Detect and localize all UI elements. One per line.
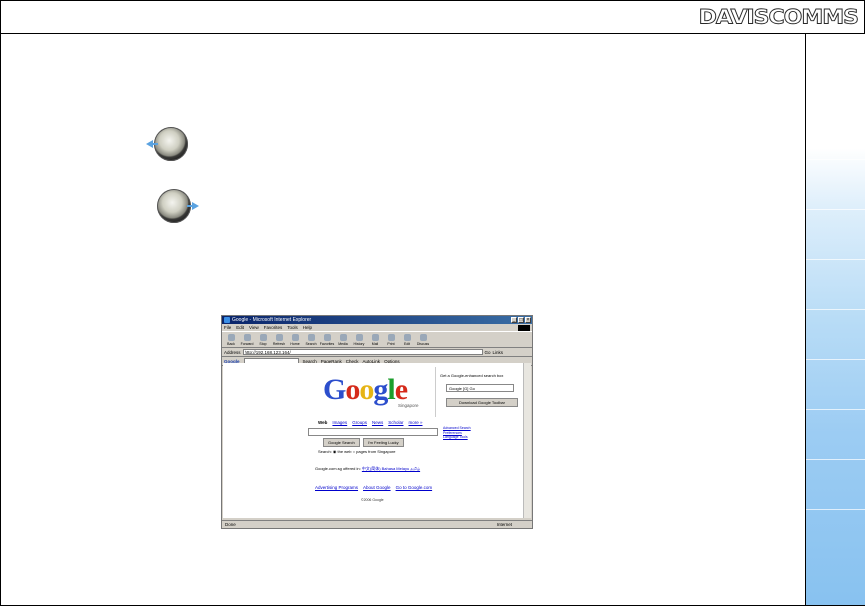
slide: DAVISCOMMS Google - Microsoft Internet E… <box>0 0 865 606</box>
toolbar-promo: Get a Google-enhanced search box Google … <box>435 367 522 417</box>
refresh-button[interactable]: Refresh <box>272 332 286 347</box>
minimize-button[interactable]: _ <box>511 317 517 323</box>
menu-bar: File Edit View Favorites Tools Help <box>222 324 532 331</box>
menu-file[interactable]: File <box>224 324 231 331</box>
close-button[interactable]: × <box>525 317 531 323</box>
tab-images[interactable]: Images <box>332 420 347 425</box>
go-to-google-link[interactable]: Go to Google.com <box>396 485 433 490</box>
media-icon <box>339 333 347 341</box>
edit-button[interactable]: Edit <box>400 332 414 347</box>
back-icon <box>227 333 235 341</box>
offered-in: Google.com.sg offered in: 中文(简体) Bahasa … <box>315 466 421 471</box>
tab-more[interactable]: more » <box>408 420 422 425</box>
refresh-icon <box>275 333 283 341</box>
browser-title: Google - Microsoft Internet Explorer <box>232 317 312 323</box>
ie-icon <box>224 317 230 323</box>
page-viewport: Google Singapore Get a Google-enhanced s… <box>223 363 523 518</box>
feeling-lucky-button[interactable]: I'm Feeling Lucky <box>362 438 404 447</box>
google-footer: Advertising Programs About Google Go to … <box>315 485 432 490</box>
forward-icon <box>243 333 251 341</box>
toolbar-promo-go[interactable]: Go <box>469 386 474 391</box>
language-tools-link[interactable]: Language Tools <box>443 435 471 440</box>
toolbar-promo-input[interactable]: Google [G] Go <box>446 384 514 392</box>
windows-logo-icon <box>518 325 530 331</box>
star-icon <box>323 333 331 341</box>
tab-web[interactable]: Web <box>318 420 327 425</box>
print-button[interactable]: Print <box>384 332 398 347</box>
search-icon <box>307 333 315 341</box>
browser-screenshot: Google - Microsoft Internet Explorer _ □… <box>221 315 533 529</box>
forward-nav-button[interactable] <box>157 189 199 223</box>
address-input[interactable] <box>242 349 483 355</box>
side-stripe <box>806 359 865 360</box>
side-stripe <box>806 309 865 310</box>
side-stripe <box>806 159 865 160</box>
toolbar-promo-title: Get a Google-enhanced search box <box>440 373 504 378</box>
search-side-links: Advanced Search Preferences Language Too… <box>443 426 471 440</box>
download-toolbar-button[interactable]: Download Google Toolbar <box>446 398 518 407</box>
search-buttons: Google Search I'm Feeling Lucky <box>323 438 404 447</box>
history-button[interactable]: History <box>352 332 366 347</box>
favorites-button[interactable]: Favorites <box>320 332 334 347</box>
vertical-scrollbar[interactable] <box>523 363 531 518</box>
about-google-link[interactable]: About Google <box>363 485 391 490</box>
history-icon <box>355 333 363 341</box>
menu-favorites[interactable]: Favorites <box>264 324 283 331</box>
browser-titlebar: Google - Microsoft Internet Explorer _ □… <box>222 316 532 324</box>
back-button[interactable]: Back <box>224 332 238 347</box>
side-stripe <box>806 459 865 460</box>
stop-icon <box>259 333 267 341</box>
browser-toolbar: Back Forward Stop Refresh Home Search Fa… <box>222 331 532 348</box>
menu-tools[interactable]: Tools <box>287 324 298 331</box>
menu-view[interactable]: View <box>249 324 259 331</box>
discuss-button[interactable]: Discuss <box>416 332 430 347</box>
edit-icon <box>403 333 411 341</box>
stop-button[interactable]: Stop <box>256 332 270 347</box>
discuss-icon <box>419 333 427 341</box>
home-button[interactable]: Home <box>288 332 302 347</box>
side-stripe <box>806 259 865 260</box>
printer-icon <box>387 333 395 341</box>
search-tabs: Web Images Groups News Scholar more » <box>318 420 423 425</box>
copyright: ©2006 Google <box>361 498 384 502</box>
mail-button[interactable]: Mail <box>368 332 382 347</box>
google-search-input[interactable] <box>308 428 438 436</box>
daviscomms-logo: DAVISCOMMS <box>698 6 859 29</box>
google-logo: Google <box>323 373 408 406</box>
address-bar: Address Go Links <box>222 348 532 357</box>
mail-icon <box>371 333 379 341</box>
status-text: Done <box>225 522 236 527</box>
header-divider <box>1 33 864 34</box>
side-stripe <box>806 509 865 510</box>
status-bar: Done Internet <box>222 520 532 528</box>
advanced-search-link[interactable]: Advanced Search <box>443 426 471 431</box>
tab-news[interactable]: News <box>372 420 383 425</box>
menu-help[interactable]: Help <box>303 324 312 331</box>
back-nav-button[interactable] <box>146 127 188 161</box>
zone-text: Internet <box>496 522 512 527</box>
maximize-button[interactable]: □ <box>518 317 524 323</box>
arrow-right-icon <box>192 202 199 210</box>
google-region: Singapore <box>398 403 419 408</box>
language-links[interactable]: 中文(简体) Bahasa Melayu தமிழ் <box>362 466 420 471</box>
forward-button[interactable]: Forward <box>240 332 254 347</box>
address-label: Address <box>224 349 241 355</box>
side-panel <box>805 34 865 605</box>
tab-groups[interactable]: Groups <box>352 420 367 425</box>
google-search-button[interactable]: Google Search <box>323 438 360 447</box>
arrow-left-icon <box>146 140 153 148</box>
go-button[interactable]: Go <box>485 350 491 355</box>
advertising-link[interactable]: Advertising Programs <box>315 485 358 490</box>
media-button[interactable]: Media <box>336 332 350 347</box>
window-controls: _ □ × <box>511 317 531 323</box>
links-label[interactable]: Links <box>493 350 504 355</box>
menu-edit[interactable]: Edit <box>236 324 244 331</box>
home-icon <box>291 333 299 341</box>
side-stripe <box>806 409 865 410</box>
search-scope-options[interactable]: Search: ◉ the web ○ pages from Singapore <box>318 449 396 454</box>
search-button[interactable]: Search <box>304 332 318 347</box>
side-stripe <box>806 209 865 210</box>
tab-scholar[interactable]: Scholar <box>388 420 403 425</box>
